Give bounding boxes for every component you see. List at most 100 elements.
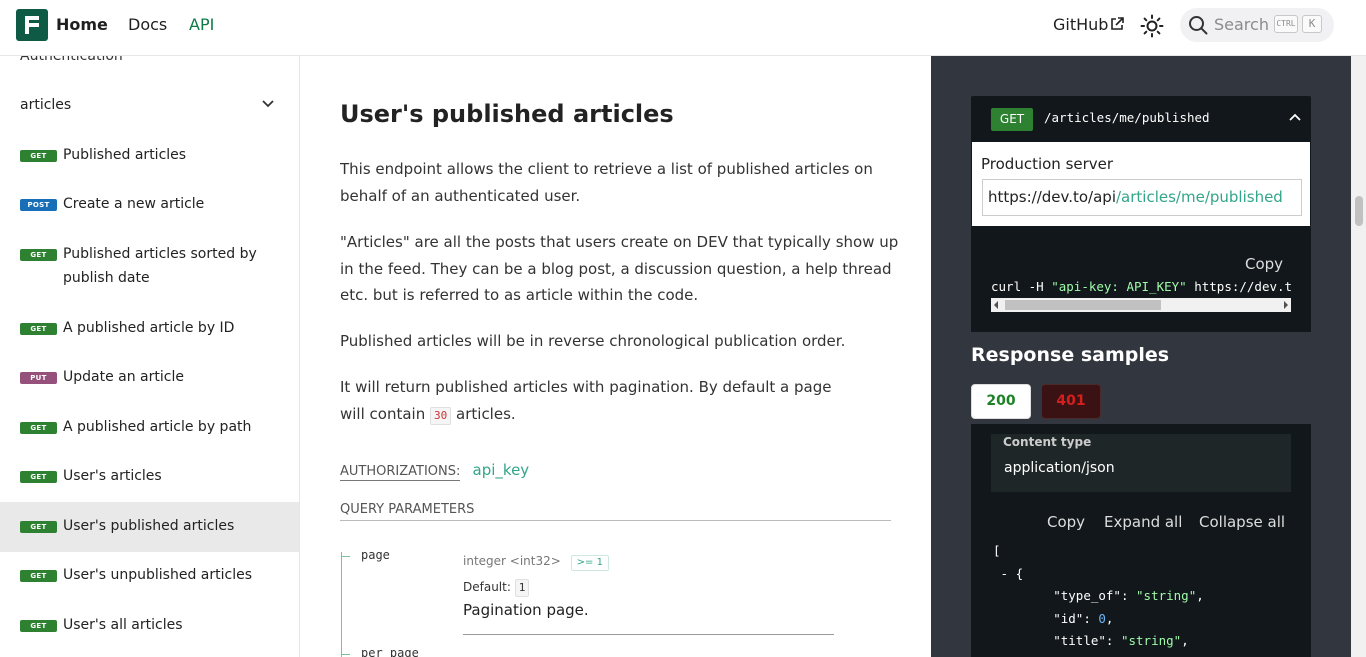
nav-docs[interactable]: Docs: [128, 15, 167, 34]
sidebar-item[interactable]: GET User's unpublished articles: [0, 563, 299, 587]
server-url-path: /articles/me/published: [1116, 188, 1283, 206]
response-tab-401[interactable]: 401: [1041, 384, 1101, 419]
get-badge: GET: [20, 150, 57, 162]
chevron-down-icon[interactable]: [262, 100, 274, 108]
sidebar-item-label: User's articles: [63, 468, 162, 484]
response-samples-title: Response samples: [971, 344, 1170, 366]
sidebar: Authentication articles GET Published ar…: [0, 56, 300, 657]
param-default-value: 1: [514, 579, 530, 597]
search-placeholder: Search: [1214, 15, 1269, 34]
kbd-ctrl: CTRL: [1274, 15, 1298, 33]
main-content: User's published articles This endpoint …: [300, 56, 931, 657]
github-link[interactable]: GitHub: [1053, 15, 1108, 34]
sidebar-item-label: Create a new article: [63, 196, 205, 212]
param-divider: [463, 634, 834, 635]
kbd-k: K: [1302, 15, 1322, 33]
sidebar-item-label: User's unpublished articles: [63, 567, 252, 583]
get-badge: GET: [20, 323, 57, 335]
put-badge: PUT: [20, 372, 57, 384]
get-badge: GET: [20, 249, 57, 261]
sidebar-item-authentication[interactable]: Authentication: [20, 56, 123, 64]
param-default: Default: 1: [463, 579, 530, 597]
server-box: Production server https://dev.to/api/art…: [972, 142, 1310, 226]
server-title: Production server: [981, 155, 1114, 173]
curl-sample: Copy curl -H "api-key: API_KEY" https://…: [971, 226, 1311, 332]
scroll-thumb[interactable]: [1005, 300, 1161, 310]
param-constraint: >= 1: [570, 555, 609, 571]
server-url-base: https://dev.to/api: [988, 188, 1116, 206]
sidebar-item-label: Published articles sorted by publish dat…: [63, 246, 257, 286]
chevron-up-icon[interactable]: [1289, 113, 1301, 121]
curl-url: https://dev.to/api/articles/me/published: [1194, 279, 1291, 294]
sidebar-item-active[interactable]: GET User's published articles: [0, 502, 299, 552]
sidebar-item[interactable]: PUT Update an article: [0, 365, 299, 389]
param-tree-tick: [341, 654, 350, 655]
sidebar-item[interactable]: GET User's all articles: [0, 613, 299, 637]
inline-code-30: 30: [430, 406, 452, 425]
endpoint-method-badge: GET: [991, 108, 1033, 131]
get-badge: GET: [20, 521, 57, 533]
collapse-all-button[interactable]: Collapse all: [1199, 513, 1285, 531]
sidebar-item-label: A published article by ID: [63, 320, 235, 336]
endpoint-path: /articles/me/published: [1044, 110, 1210, 125]
param-type: integer <int32> >= 1: [463, 554, 609, 571]
curl-code: curl -H "api-key: API_KEY" https://dev.t…: [991, 279, 1291, 294]
scroll-right-arrow-icon[interactable]: [1284, 301, 1288, 309]
response-sample-box: Content type application/json Copy Expan…: [971, 424, 1311, 657]
sidebar-item-label: A published article by path: [63, 419, 252, 435]
authorizations-row: AUTHORIZATIONS: api_key: [340, 461, 530, 481]
sidebar-item-label: User's published articles: [63, 518, 235, 534]
endpoint-box[interactable]: GET /articles/me/published Production se…: [971, 96, 1311, 226]
sidebar-item[interactable]: GET A published article by ID: [0, 316, 299, 340]
right-panel: GET /articles/me/published Production se…: [931, 56, 1351, 657]
param-name-per-page: per_page: [361, 646, 419, 657]
param-description: Pagination page.: [463, 601, 589, 619]
nav-api[interactable]: API: [189, 15, 214, 34]
top-navbar: Home Docs API GitHub Search CTRL K: [0, 0, 1366, 56]
nav-home[interactable]: Home: [56, 15, 108, 34]
get-badge: GET: [20, 471, 57, 483]
external-link-icon: [1111, 17, 1124, 30]
query-parameters-heading: QUERY PARAMETERS: [340, 502, 891, 521]
get-badge: GET: [20, 422, 57, 434]
description-paragraph: This endpoint allows the client to retri…: [340, 160, 873, 205]
curl-header: "api-key: API_KEY": [1051, 279, 1187, 294]
content-type-value: application/json: [1004, 460, 1115, 476]
param-tree-line: [341, 552, 342, 657]
scroll-left-arrow-icon[interactable]: [994, 301, 998, 309]
description-paragraph: "Articles" are all the posts that users …: [340, 233, 899, 304]
description-paragraph: It will return published articles with p…: [340, 374, 860, 427]
search-box[interactable]: Search CTRL K: [1180, 8, 1334, 42]
theme-toggle-sun-icon[interactable]: [1140, 14, 1164, 38]
server-url[interactable]: https://dev.to/api/articles/me/published: [982, 179, 1302, 216]
sidebar-item-label: User's all articles: [63, 617, 183, 633]
page-title: User's published articles: [340, 100, 674, 128]
sidebar-item[interactable]: GET User's articles: [0, 464, 299, 488]
sidebar-group-articles[interactable]: articles: [20, 97, 71, 113]
json-sample: [ - { "type_of": "string", "id": 0, "tit…: [993, 543, 1226, 657]
search-icon: [1189, 16, 1208, 35]
curl-cmd: curl -H: [991, 279, 1052, 294]
expand-all-button[interactable]: Expand all: [1104, 513, 1182, 531]
sidebar-item-label: Update an article: [63, 369, 184, 385]
description-paragraph: Published articles will be in reverse ch…: [340, 332, 846, 350]
get-badge: GET: [20, 570, 57, 582]
page-scrollbar[interactable]: [1351, 56, 1366, 657]
content-type-box: Content type application/json: [991, 434, 1291, 492]
auth-api-key-link[interactable]: api_key: [473, 461, 530, 479]
get-badge: GET: [20, 620, 57, 632]
response-tab-200[interactable]: 200: [971, 384, 1031, 419]
sidebar-item[interactable]: GET Published articles: [0, 143, 299, 167]
authorizations-label: AUTHORIZATIONS:: [340, 464, 461, 481]
sidebar-item[interactable]: POST Create a new article: [0, 192, 299, 216]
copy-curl-button[interactable]: Copy: [1245, 255, 1283, 273]
sidebar-item[interactable]: GET Published articles sorted by publish…: [0, 242, 299, 290]
param-name-page: page: [361, 548, 390, 562]
horizontal-scrollbar[interactable]: [991, 298, 1291, 312]
param-default-label: Default:: [463, 580, 511, 594]
copy-json-button[interactable]: Copy: [1047, 513, 1085, 531]
page-scroll-thumb[interactable]: [1355, 196, 1363, 226]
sidebar-item[interactable]: GET A published article by path: [0, 415, 299, 439]
param-type-label: integer <int32>: [463, 554, 561, 568]
forem-logo-icon[interactable]: [16, 9, 48, 41]
